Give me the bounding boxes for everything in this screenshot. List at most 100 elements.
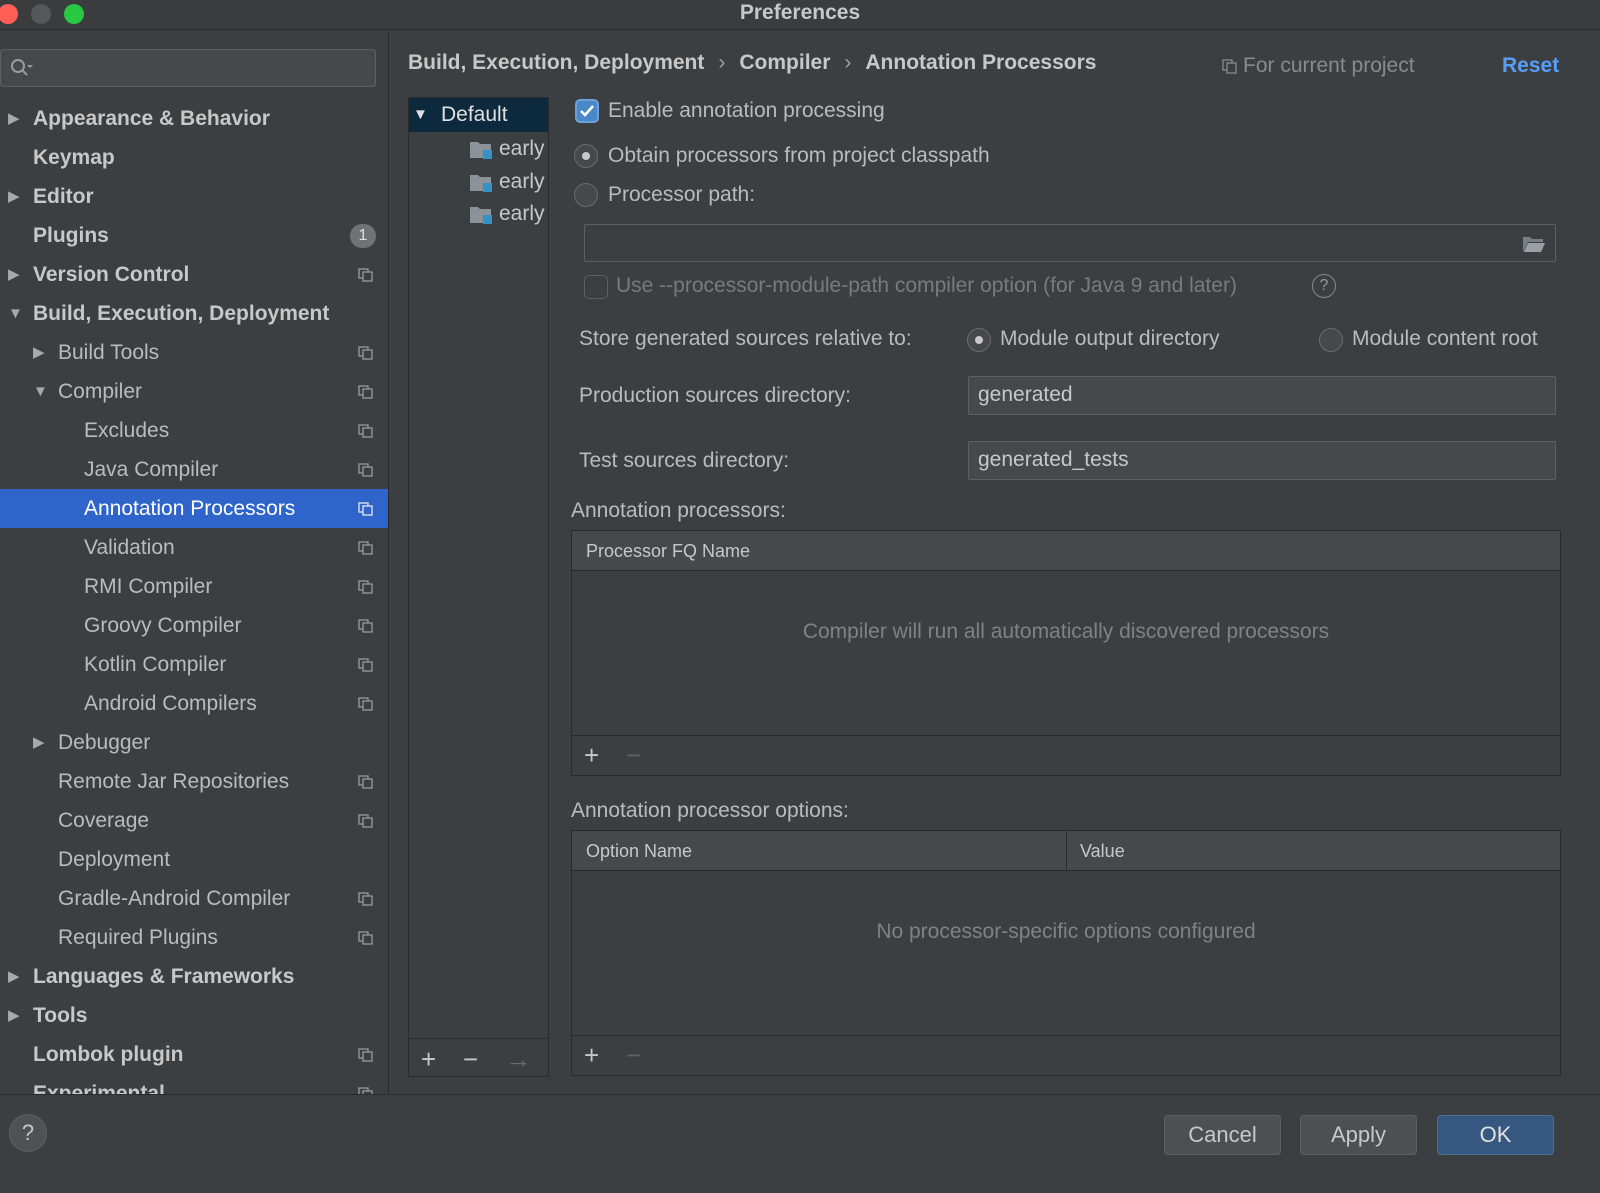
- sidebar-item[interactable]: ▼ Compiler: [0, 372, 388, 411]
- module-label: early: [499, 137, 545, 160]
- profiles-toolbar: + − →: [409, 1038, 548, 1076]
- help-button[interactable]: ?: [9, 1114, 47, 1152]
- collapsed-arrow-icon[interactable]: ▶: [8, 996, 20, 1035]
- project-level-icon: [358, 502, 373, 516]
- sidebar-item[interactable]: ▶ Appearance & Behavior: [0, 99, 388, 138]
- obtain-from-classpath-label: Obtain processors from project classpath: [608, 144, 990, 167]
- test-sources-label: Test sources directory:: [579, 449, 790, 472]
- profiles-tree: ▼ Default early early early + − →: [408, 97, 549, 1077]
- sidebar-item-label: Coverage: [58, 809, 150, 832]
- sidebar-item-label: Deployment: [58, 848, 171, 871]
- project-level-icon: [358, 892, 373, 906]
- enable-annotation-processing-checkbox[interactable]: [575, 99, 599, 123]
- sidebar-item[interactable]: Android Compilers: [0, 684, 388, 723]
- sidebar-item[interactable]: ▶ Editor: [0, 177, 388, 216]
- add-processor-button[interactable]: +: [584, 735, 599, 775]
- sidebar-item[interactable]: ▶ Languages & Frameworks: [0, 957, 388, 996]
- sidebar-item-label: Kotlin Compiler: [84, 653, 227, 676]
- column-divider[interactable]: [1066, 831, 1067, 871]
- sidebar-item[interactable]: ▶ Build Tools: [0, 333, 388, 372]
- search-input[interactable]: [0, 49, 376, 87]
- collapsed-arrow-icon[interactable]: ▶: [33, 723, 45, 762]
- profile-default[interactable]: ▼ Default: [409, 98, 548, 132]
- window-title: Preferences: [739, 1, 861, 24]
- reset-link[interactable]: Reset: [1502, 52, 1559, 80]
- column-header[interactable]: Value: [1080, 831, 1125, 871]
- processor-path-input[interactable]: [584, 224, 1556, 262]
- processor-module-path-checkbox[interactable]: [584, 275, 608, 299]
- breadcrumb-item: Annotation Processors: [865, 51, 1097, 74]
- module-content-root-radio[interactable]: [1319, 328, 1343, 352]
- sidebar-item-label: Appearance & Behavior: [33, 107, 270, 130]
- sidebar-item[interactable]: Excludes: [0, 411, 388, 450]
- breadcrumb-item[interactable]: Build, Execution, Deployment: [408, 48, 704, 78]
- sidebar-item-label: Plugins: [33, 224, 109, 247]
- remove-profile-button[interactable]: −: [463, 1039, 478, 1076]
- module-output-directory-label: Module output directory: [1000, 327, 1220, 350]
- collapsed-arrow-icon[interactable]: ▶: [8, 957, 20, 996]
- table-header: Processor FQ Name: [572, 531, 1560, 571]
- sidebar-item[interactable]: Kotlin Compiler: [0, 645, 388, 684]
- expanded-arrow-icon[interactable]: ▼: [33, 372, 48, 411]
- dialog-button-bar: ? Cancel Apply OK: [0, 1094, 1600, 1193]
- collapsed-arrow-icon[interactable]: ▶: [33, 333, 45, 372]
- annotation-processors-title: Annotation processors:: [571, 499, 786, 522]
- project-level-icon: [358, 385, 373, 399]
- sidebar-item[interactable]: ▶ Tools: [0, 996, 388, 1035]
- sidebar-item-label: Validation: [84, 536, 175, 559]
- sidebar-item-label: Annotation Processors: [84, 497, 296, 520]
- sidebar-item[interactable]: Remote Jar Repositories: [0, 762, 388, 801]
- module-output-directory-radio[interactable]: [967, 328, 991, 352]
- collapsed-arrow-icon[interactable]: ▶: [8, 255, 20, 294]
- sidebar-item-label: Tools: [33, 1004, 88, 1027]
- project-level-icon: [358, 814, 373, 828]
- test-sources-input[interactable]: generated_tests: [968, 441, 1556, 480]
- module-folder-icon: [470, 142, 492, 159]
- sidebar-item[interactable]: ▶ Debugger: [0, 723, 388, 762]
- folder-open-icon[interactable]: [1522, 235, 1546, 253]
- expanded-arrow-icon[interactable]: ▼: [8, 294, 23, 333]
- sidebar-item[interactable]: ▶ Version Control: [0, 255, 388, 294]
- column-header[interactable]: Processor FQ Name: [586, 531, 750, 571]
- remove-option-button[interactable]: −: [626, 1035, 641, 1075]
- sidebar-item[interactable]: Groovy Compiler: [0, 606, 388, 645]
- sidebar-item-label: Languages & Frameworks: [33, 965, 295, 988]
- cancel-button[interactable]: Cancel: [1164, 1115, 1281, 1155]
- sidebar-item[interactable]: Java Compiler: [0, 450, 388, 489]
- sidebar-item[interactable]: Annotation Processors: [0, 489, 388, 528]
- sidebar-item[interactable]: Validation: [0, 528, 388, 567]
- sidebar-item[interactable]: Keymap: [0, 138, 388, 177]
- remove-processor-button[interactable]: −: [626, 735, 641, 775]
- move-to-profile-button[interactable]: →: [505, 1039, 531, 1076]
- sidebar-item[interactable]: Plugins 1: [0, 216, 388, 255]
- add-option-button[interactable]: +: [584, 1035, 599, 1075]
- obtain-from-classpath-radio[interactable]: [574, 144, 598, 168]
- sidebar-item[interactable]: Coverage: [0, 801, 388, 840]
- collapsed-arrow-icon[interactable]: ▶: [8, 99, 20, 138]
- sidebar-item[interactable]: Gradle-Android Compiler: [0, 879, 388, 918]
- project-level-icon: [358, 580, 373, 594]
- module-folder-icon: [470, 207, 492, 224]
- expand-arrow-icon[interactable]: ▼: [413, 98, 428, 132]
- sidebar-item[interactable]: RMI Compiler: [0, 567, 388, 606]
- column-header[interactable]: Option Name: [586, 831, 692, 871]
- sidebar-item[interactable]: ▼ Build, Execution, Deployment: [0, 294, 388, 333]
- apply-button[interactable]: Apply: [1300, 1115, 1417, 1155]
- table-toolbar: + −: [572, 735, 1560, 775]
- module-folder-icon: [470, 175, 492, 192]
- breadcrumb: Build, Execution, Deployment › Compiler › An…: [408, 48, 1096, 78]
- update-count-badge: 1: [350, 224, 376, 248]
- sidebar-item-label: Android Compilers: [84, 692, 257, 715]
- breadcrumb-item[interactable]: Compiler: [739, 48, 830, 78]
- sidebar-item[interactable]: Lombok plugin: [0, 1035, 388, 1074]
- production-sources-input[interactable]: generated: [968, 376, 1556, 415]
- ok-button[interactable]: OK: [1437, 1115, 1554, 1155]
- project-scope-icon: [1222, 59, 1237, 74]
- help-icon[interactable]: ?: [1312, 274, 1336, 298]
- project-level-icon: [358, 463, 373, 477]
- sidebar-item[interactable]: Required Plugins: [0, 918, 388, 957]
- add-profile-button[interactable]: +: [421, 1039, 436, 1076]
- processor-path-radio[interactable]: [574, 183, 598, 207]
- collapsed-arrow-icon[interactable]: ▶: [8, 177, 20, 216]
- sidebar-item[interactable]: Deployment: [0, 840, 388, 879]
